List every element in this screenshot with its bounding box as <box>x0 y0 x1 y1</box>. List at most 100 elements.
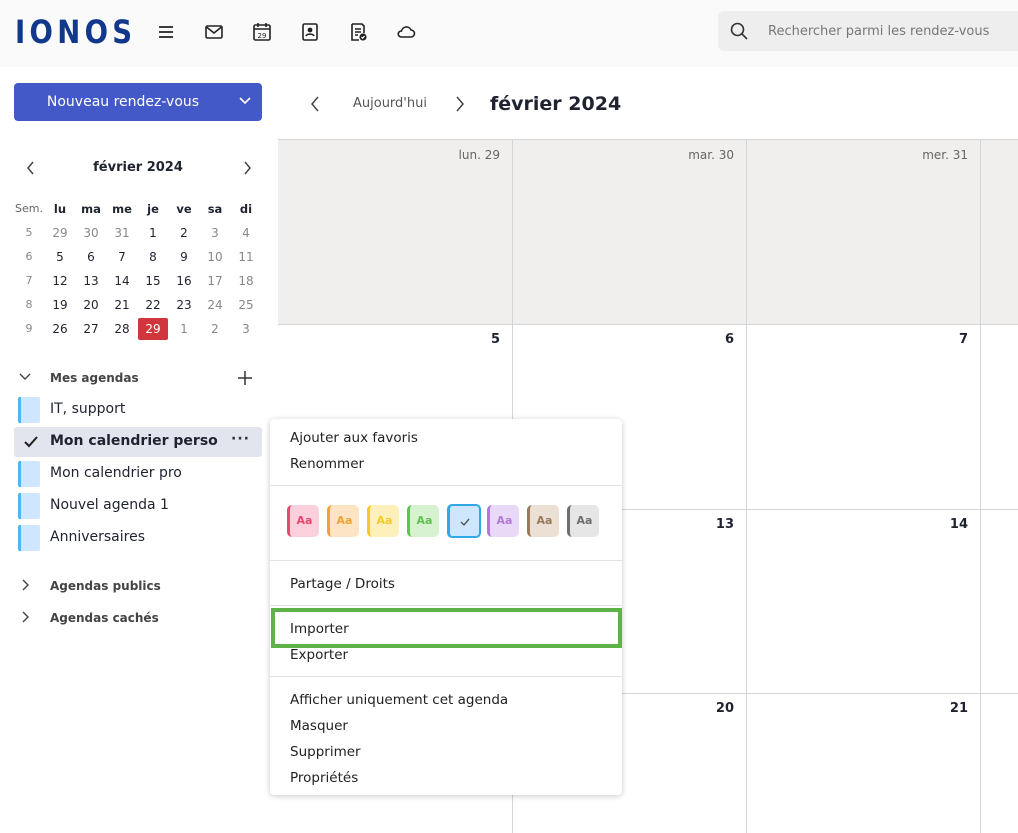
color-swatch[interactable]: Aa <box>367 505 399 537</box>
mail-icon[interactable] <box>202 20 226 44</box>
new-appointment-button[interactable]: Nouveau rendez-vous <box>14 83 262 121</box>
menu-item-hide[interactable]: Masquer <box>290 718 348 734</box>
weekday-header: Sem. <box>15 202 43 215</box>
day-cell[interactable]: lun. 29 <box>278 140 513 325</box>
mini-next-month-icon[interactable] <box>240 158 254 178</box>
mini-day[interactable]: 3 <box>200 222 230 244</box>
calendar-icon[interactable]: 29 <box>250 20 274 44</box>
calendar-item[interactable]: Mon calendrier pro <box>14 459 262 489</box>
day-cell[interactable] <box>981 510 1018 694</box>
mini-day[interactable]: 14 <box>107 270 137 292</box>
calendar-item[interactable]: IT, support <box>14 395 262 425</box>
mini-day[interactable]: 17 <box>200 270 230 292</box>
mini-day[interactable]: 26 <box>45 318 75 340</box>
chevron-down-icon[interactable] <box>238 94 252 108</box>
chevron-down-icon[interactable] <box>18 370 32 384</box>
mini-day[interactable]: 19 <box>45 294 75 316</box>
menu-item-share[interactable]: Partage / Droits <box>290 576 395 592</box>
color-swatch[interactable]: Aa <box>287 505 319 537</box>
mini-day[interactable]: 13 <box>76 270 106 292</box>
week-number[interactable]: 7 <box>14 270 44 292</box>
menu-item-properties[interactable]: Propriétés <box>290 770 358 786</box>
more-options-icon[interactable]: ··· <box>231 431 250 447</box>
calendar-color-swatch[interactable] <box>18 461 40 487</box>
cloud-icon[interactable] <box>394 20 418 44</box>
day-cell[interactable]: 21 <box>747 694 981 833</box>
week-number[interactable]: 8 <box>14 294 44 316</box>
mini-day[interactable]: 24 <box>200 294 230 316</box>
week-number[interactable]: 9 <box>14 318 44 340</box>
mini-day[interactable]: 15 <box>138 270 168 292</box>
menu-item-add-favorites[interactable]: Ajouter aux favoris <box>290 430 418 446</box>
tasks-icon[interactable] <box>346 20 370 44</box>
day-cell[interactable] <box>981 140 1018 325</box>
add-calendar-icon[interactable] <box>236 369 254 387</box>
mini-day[interactable]: 4 <box>231 222 261 244</box>
next-month-icon[interactable] <box>453 94 467 114</box>
mini-day[interactable]: 27 <box>76 318 106 340</box>
color-swatch[interactable] <box>447 504 481 538</box>
mini-day[interactable]: 18 <box>231 270 261 292</box>
mini-day[interactable]: 7 <box>107 246 137 268</box>
mini-day[interactable]: 22 <box>138 294 168 316</box>
mini-day[interactable]: 30 <box>76 222 106 244</box>
day-cell[interactable] <box>981 694 1018 833</box>
contacts-icon[interactable] <box>298 20 322 44</box>
mini-day[interactable]: 3 <box>231 318 261 340</box>
mini-day[interactable]: 2 <box>169 222 199 244</box>
color-swatch[interactable]: Aa <box>327 505 359 537</box>
day-cell[interactable]: 7 <box>747 325 981 510</box>
mini-day[interactable]: 2 <box>200 318 230 340</box>
day-cell[interactable]: 14 <box>747 510 981 694</box>
day-label: lun. 29 <box>458 148 500 162</box>
mini-day[interactable]: 21 <box>107 294 137 316</box>
mini-day[interactable]: 1 <box>169 318 199 340</box>
mini-day[interactable]: 16 <box>169 270 199 292</box>
menu-item-delete[interactable]: Supprimer <box>290 744 361 760</box>
mini-day[interactable]: 23 <box>169 294 199 316</box>
today-button[interactable]: Aujourd'hui <box>353 96 427 111</box>
week-number[interactable]: 5 <box>14 222 44 244</box>
chevron-right-icon[interactable] <box>18 578 32 592</box>
mini-day[interactable]: 12 <box>45 270 75 292</box>
menu-item-show-only[interactable]: Afficher uniquement cet agenda <box>290 692 508 708</box>
color-swatch[interactable]: Aa <box>407 505 439 537</box>
mini-day[interactable]: 5 <box>45 246 75 268</box>
search-input[interactable] <box>768 20 1018 42</box>
color-swatch[interactable]: Aa <box>487 505 519 537</box>
calendar-color-swatch[interactable] <box>18 397 40 423</box>
chevron-right-icon[interactable] <box>18 610 32 624</box>
mini-day[interactable]: 25 <box>231 294 261 316</box>
calendar-icon-day: 29 <box>258 32 267 40</box>
mini-day-today[interactable]: 29 <box>138 318 168 340</box>
mini-day[interactable]: 20 <box>76 294 106 316</box>
calendar-item[interactable]: Nouvel agenda 1 <box>14 491 262 521</box>
menu-item-rename[interactable]: Renommer <box>290 456 364 472</box>
calendar-item[interactable]: ··· Mon calendrier perso <box>14 427 262 457</box>
mini-day[interactable]: 29 <box>45 222 75 244</box>
mini-day[interactable]: 6 <box>76 246 106 268</box>
prev-month-icon[interactable] <box>308 94 322 114</box>
mini-day[interactable]: 11 <box>231 246 261 268</box>
day-cell[interactable] <box>981 325 1018 510</box>
day-number: 20 <box>715 701 734 716</box>
mini-day[interactable]: 1 <box>138 222 168 244</box>
calendar-color-swatch[interactable] <box>18 525 40 551</box>
color-swatch[interactable]: Aa <box>527 505 559 537</box>
mini-day[interactable]: 10 <box>200 246 230 268</box>
menu-icon[interactable] <box>154 20 178 44</box>
mini-day[interactable]: 31 <box>107 222 137 244</box>
check-icon[interactable] <box>24 435 38 449</box>
menu-item-export[interactable]: Exporter <box>290 647 348 663</box>
mini-day[interactable]: 8 <box>138 246 168 268</box>
day-cell[interactable]: mer. 31 <box>747 140 981 325</box>
ionos-logo[interactable]: IONOS <box>15 13 136 51</box>
search-bar[interactable] <box>718 11 1018 51</box>
mini-day[interactable]: 28 <box>107 318 137 340</box>
mini-day[interactable]: 9 <box>169 246 199 268</box>
color-swatch[interactable]: Aa <box>567 505 599 537</box>
day-cell[interactable]: mar. 30 <box>513 140 747 325</box>
week-number[interactable]: 6 <box>14 246 44 268</box>
calendar-color-swatch[interactable] <box>18 493 40 519</box>
calendar-item[interactable]: Anniversaires <box>14 523 262 553</box>
